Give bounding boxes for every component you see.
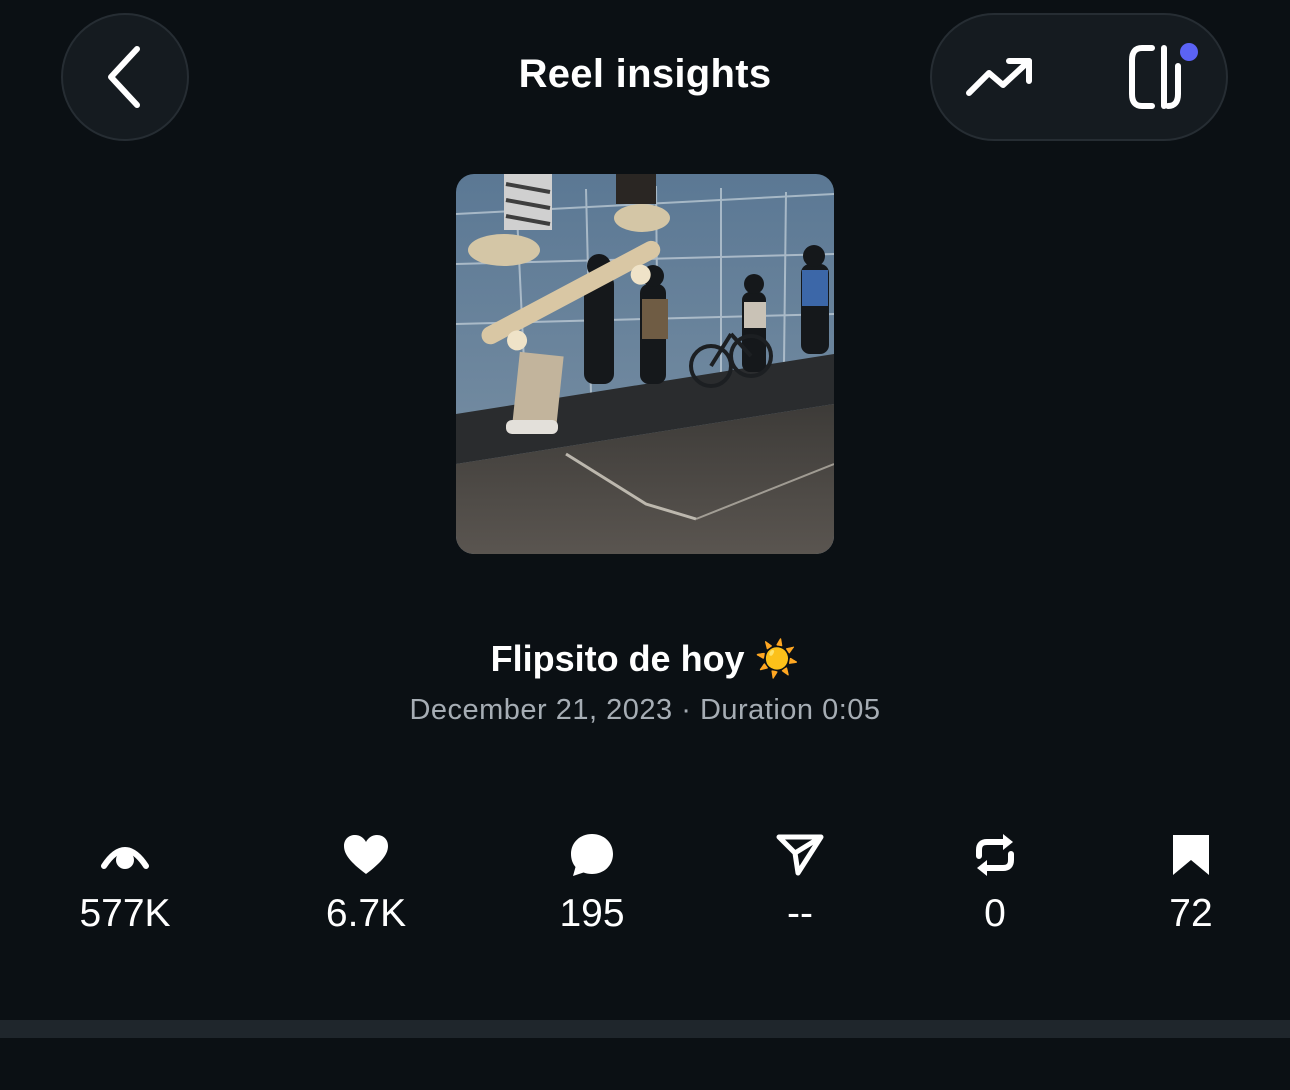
reel-caption: Flipsito de hoy ☀️ (490, 638, 800, 679)
saves-count: 72 (1169, 892, 1213, 935)
reposts-count: 0 (984, 892, 1006, 935)
heart-icon (344, 835, 388, 874)
eye-icon (101, 847, 149, 869)
section-divider (0, 1020, 1290, 1038)
shares-count: -- (787, 892, 813, 935)
skateboard-photo (456, 174, 834, 554)
header-actions (930, 13, 1228, 141)
meta-separator: · (672, 694, 700, 726)
reel-insights-screen: Reel insights Flipsito de hoy ☀️ Decembe… (0, 0, 1290, 1090)
stat-views[interactable]: 577K (35, 828, 215, 936)
share-icon (776, 834, 824, 876)
stat-shares[interactable]: -- (710, 828, 890, 936)
trending-button[interactable] (940, 15, 1060, 139)
reel-thumbnail[interactable] (456, 174, 834, 554)
reel-meta: December 21, 2023 · Duration 0:05 (0, 694, 1290, 727)
stat-reposts[interactable]: 0 (905, 828, 1085, 936)
notification-dot (1180, 43, 1198, 61)
stat-comments[interactable]: 195 (502, 828, 682, 936)
bookmark-icon (1173, 835, 1209, 875)
likes-count: 6.7K (325, 892, 407, 935)
post-duration: Duration 0:05 (699, 694, 881, 726)
views-count: 577K (79, 892, 171, 935)
comments-count: 195 (559, 892, 625, 935)
stat-likes[interactable]: 6.7K (276, 828, 456, 936)
trending-up-icon (966, 58, 1032, 96)
repost-icon (976, 834, 1014, 876)
post-date: December 21, 2023 (409, 694, 673, 726)
stat-saves[interactable]: 72 (1101, 828, 1281, 936)
comment-icon (571, 834, 613, 876)
edits-button[interactable] (1102, 15, 1222, 139)
